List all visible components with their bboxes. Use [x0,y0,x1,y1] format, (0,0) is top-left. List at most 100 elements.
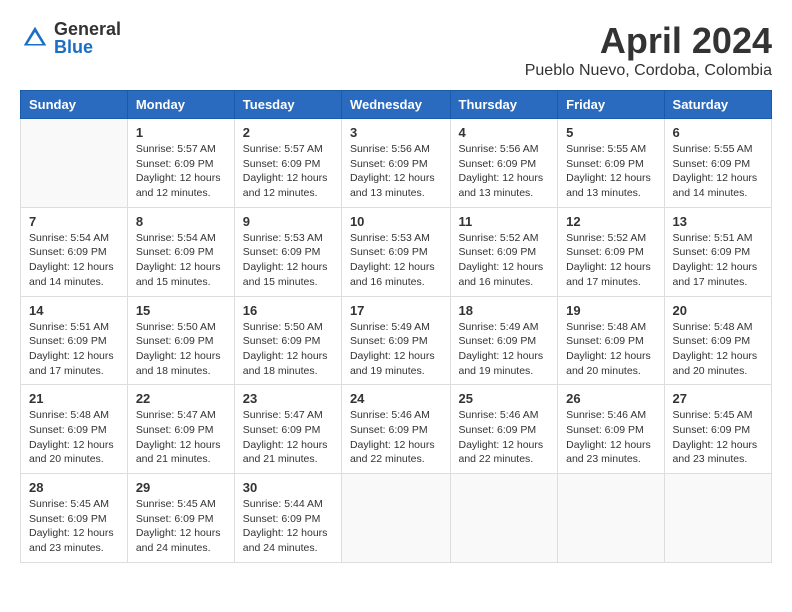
calendar-cell: 14 Sunrise: 5:51 AM Sunset: 6:09 PM Dayli… [21,296,128,385]
day-info: Sunrise: 5:57 AM Sunset: 6:09 PM Dayligh… [243,142,333,201]
calendar-cell [558,474,664,563]
day-number: 5 [566,125,655,140]
day-number: 10 [350,214,442,229]
day-info: Sunrise: 5:45 AM Sunset: 6:09 PM Dayligh… [136,497,226,556]
calendar-cell [664,474,771,563]
weekday-header: Saturday [664,91,771,119]
day-info: Sunrise: 5:46 AM Sunset: 6:09 PM Dayligh… [459,408,550,467]
day-info: Sunrise: 5:49 AM Sunset: 6:09 PM Dayligh… [459,320,550,379]
calendar-cell: 9 Sunrise: 5:53 AM Sunset: 6:09 PM Daylig… [234,207,341,296]
day-info: Sunrise: 5:46 AM Sunset: 6:09 PM Dayligh… [566,408,655,467]
weekday-header: Tuesday [234,91,341,119]
day-number: 14 [29,303,119,318]
calendar-cell: 17 Sunrise: 5:49 AM Sunset: 6:09 PM Dayli… [341,296,450,385]
day-info: Sunrise: 5:56 AM Sunset: 6:09 PM Dayligh… [350,142,442,201]
calendar-cell: 1 Sunrise: 5:57 AM Sunset: 6:09 PM Daylig… [127,119,234,208]
day-info: Sunrise: 5:47 AM Sunset: 6:09 PM Dayligh… [243,408,333,467]
calendar-cell: 16 Sunrise: 5:50 AM Sunset: 6:09 PM Dayli… [234,296,341,385]
day-info: Sunrise: 5:51 AM Sunset: 6:09 PM Dayligh… [673,231,763,290]
day-info: Sunrise: 5:45 AM Sunset: 6:09 PM Dayligh… [673,408,763,467]
day-number: 26 [566,391,655,406]
calendar-cell: 12Sunrise: 5:52 AM Sunset: 6:09 PM Dayli… [558,207,664,296]
day-info: Sunrise: 5:48 AM Sunset: 6:09 PM Dayligh… [673,320,763,379]
calendar-cell: 19 Sunrise: 5:48 AM Sunset: 6:09 PM Dayli… [558,296,664,385]
day-number: 20 [673,303,763,318]
calendar-cell: 26 Sunrise: 5:46 AM Sunset: 6:09 PM Dayli… [558,385,664,474]
day-number: 6 [673,125,763,140]
day-info: Sunrise: 5:45 AM Sunset: 6:09 PM Dayligh… [29,497,119,556]
day-info: Sunrise: 5:46 AM Sunset: 6:09 PM Dayligh… [350,408,442,467]
logo: General Blue [20,20,121,56]
day-number: 2 [243,125,333,140]
calendar-header: SundayMondayTuesdayWednesdayThursdayFrid… [21,91,772,119]
calendar-cell: 23 Sunrise: 5:47 AM Sunset: 6:09 PM Dayli… [234,385,341,474]
day-number: 13 [673,214,763,229]
page-header: General Blue April 2024 Pueblo Nuevo, Co… [20,20,772,80]
weekday-header: Thursday [450,91,558,119]
calendar-cell: 13 Sunrise: 5:51 AM Sunset: 6:09 PM Dayli… [664,207,771,296]
day-info: Sunrise: 5:54 AM Sunset: 6:09 PM Dayligh… [136,231,226,290]
calendar-week-row: 7 Sunrise: 5:54 AM Sunset: 6:09 PM Daylig… [21,207,772,296]
location: Pueblo Nuevo, Cordoba, Colombia [525,62,772,80]
calendar-cell: 27 Sunrise: 5:45 AM Sunset: 6:09 PM Dayli… [664,385,771,474]
weekday-header: Sunday [21,91,128,119]
calendar-cell: 3Sunrise: 5:56 AM Sunset: 6:09 PM Daylig… [341,119,450,208]
day-number: 11 [459,214,550,229]
day-number: 9 [243,214,333,229]
calendar-cell: 2 Sunrise: 5:57 AM Sunset: 6:09 PM Daylig… [234,119,341,208]
calendar-cell: 15 Sunrise: 5:50 AM Sunset: 6:09 PM Dayli… [127,296,234,385]
day-number: 4 [459,125,550,140]
calendar-cell: 11 Sunrise: 5:52 AM Sunset: 6:09 PM Dayli… [450,207,558,296]
day-info: Sunrise: 5:47 AM Sunset: 6:09 PM Dayligh… [136,408,226,467]
day-number: 1 [136,125,226,140]
logo-general-text: General [54,20,121,38]
day-number: 16 [243,303,333,318]
calendar-cell [450,474,558,563]
day-number: 27 [673,391,763,406]
calendar-cell: 5Sunrise: 5:55 AM Sunset: 6:09 PM Daylig… [558,119,664,208]
calendar-cell: 4 Sunrise: 5:56 AM Sunset: 6:09 PM Daylig… [450,119,558,208]
calendar-cell [21,119,128,208]
day-number: 15 [136,303,226,318]
day-number: 24 [350,391,442,406]
day-info: Sunrise: 5:51 AM Sunset: 6:09 PM Dayligh… [29,320,119,379]
title-section: April 2024 Pueblo Nuevo, Cordoba, Colomb… [525,20,772,80]
calendar-cell: 7 Sunrise: 5:54 AM Sunset: 6:09 PM Daylig… [21,207,128,296]
day-number: 25 [459,391,550,406]
day-info: Sunrise: 5:44 AM Sunset: 6:09 PM Dayligh… [243,497,333,556]
calendar-table: SundayMondayTuesdayWednesdayThursdayFrid… [20,90,772,563]
day-info: Sunrise: 5:53 AM Sunset: 6:09 PM Dayligh… [243,231,333,290]
calendar-week-row: 14 Sunrise: 5:51 AM Sunset: 6:09 PM Dayli… [21,296,772,385]
day-info: Sunrise: 5:56 AM Sunset: 6:09 PM Dayligh… [459,142,550,201]
logo-blue-text: Blue [54,38,121,56]
day-number: 28 [29,480,119,495]
calendar-cell: 20 Sunrise: 5:48 AM Sunset: 6:09 PM Dayli… [664,296,771,385]
calendar-cell: 10Sunrise: 5:53 AM Sunset: 6:09 PM Dayli… [341,207,450,296]
day-info: Sunrise: 5:54 AM Sunset: 6:09 PM Dayligh… [29,231,119,290]
day-info: Sunrise: 5:50 AM Sunset: 6:09 PM Dayligh… [136,320,226,379]
day-info: Sunrise: 5:57 AM Sunset: 6:09 PM Dayligh… [136,142,226,201]
calendar-cell: 6Sunrise: 5:55 AM Sunset: 6:09 PM Daylig… [664,119,771,208]
day-info: Sunrise: 5:48 AM Sunset: 6:09 PM Dayligh… [566,320,655,379]
day-number: 22 [136,391,226,406]
day-number: 18 [459,303,550,318]
calendar-cell: 22 Sunrise: 5:47 AM Sunset: 6:09 PM Dayli… [127,385,234,474]
day-info: Sunrise: 5:52 AM Sunset: 6:09 PM Dayligh… [459,231,550,290]
day-number: 30 [243,480,333,495]
day-number: 8 [136,214,226,229]
day-number: 17 [350,303,442,318]
weekday-header: Monday [127,91,234,119]
calendar-cell: 24 Sunrise: 5:46 AM Sunset: 6:09 PM Dayli… [341,385,450,474]
day-number: 23 [243,391,333,406]
calendar-body: 1 Sunrise: 5:57 AM Sunset: 6:09 PM Daylig… [21,119,772,563]
day-info: Sunrise: 5:49 AM Sunset: 6:09 PM Dayligh… [350,320,442,379]
day-info: Sunrise: 5:50 AM Sunset: 6:09 PM Dayligh… [243,320,333,379]
calendar-cell: 29Sunrise: 5:45 AM Sunset: 6:09 PM Dayli… [127,474,234,563]
calendar-cell [341,474,450,563]
day-number: 7 [29,214,119,229]
logo-icon [20,23,50,53]
day-number: 21 [29,391,119,406]
day-number: 19 [566,303,655,318]
calendar-cell: 30 Sunrise: 5:44 AM Sunset: 6:09 PM Dayli… [234,474,341,563]
day-info: Sunrise: 5:48 AM Sunset: 6:09 PM Dayligh… [29,408,119,467]
